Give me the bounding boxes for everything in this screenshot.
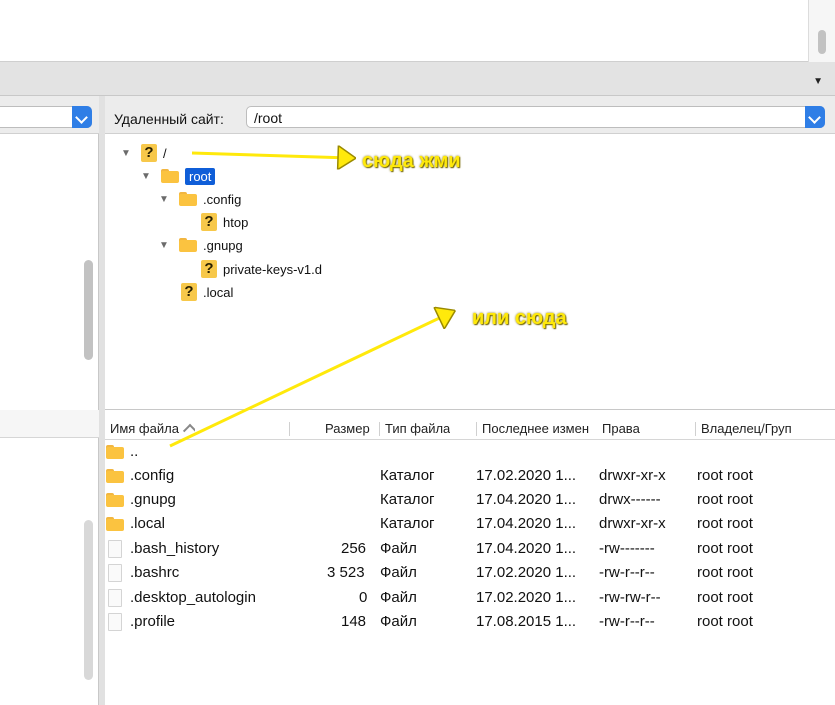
annotation-arrow-tree (191, 153, 350, 158)
annotation-arrows (169, 0, 835, 448)
annotation-or-here: или сюда (472, 307, 567, 329)
annotation-click-here: сюда жми (362, 150, 461, 172)
annotation-arrow-list (169, 313, 450, 448)
